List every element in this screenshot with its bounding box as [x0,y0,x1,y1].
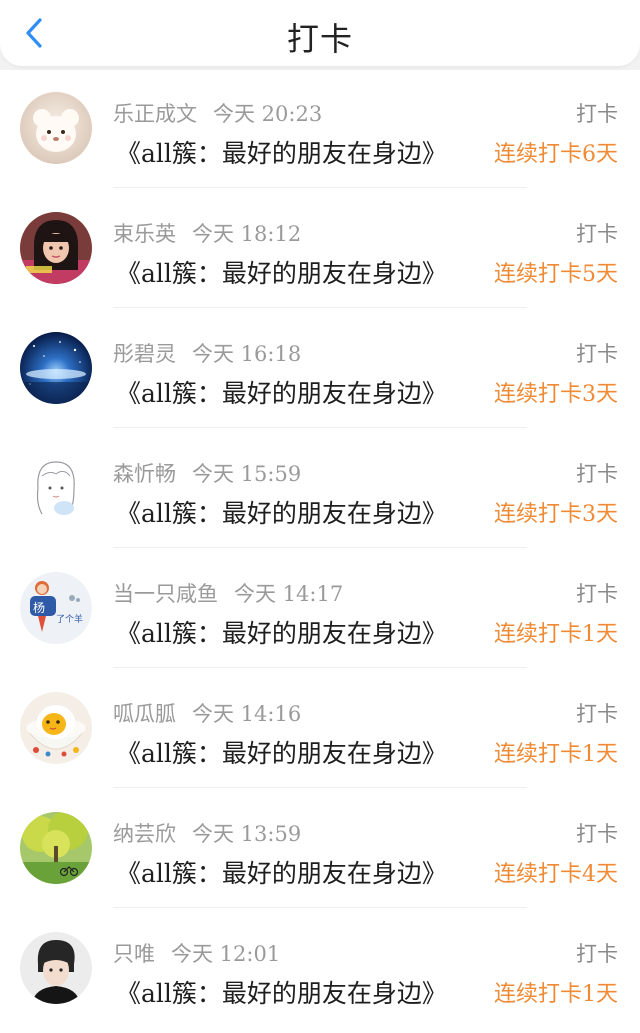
checkin-time: 今天 12:01 [171,942,281,966]
divider [113,667,527,668]
checkin-type: 打卡 [576,582,618,606]
checkin-time: 今天 15:59 [192,462,302,486]
list-item[interactable]: 只唯 今天 12:01 打卡 《all簇：最好的朋友在身边》 连续打卡1天 [0,910,640,1030]
divider [113,787,527,788]
checkin-time: 今天 14:16 [192,702,302,726]
checkin-type: 打卡 [576,462,618,486]
sketch-girl-avatar [20,452,92,524]
streak-label: 连续打卡1天 [494,622,618,647]
user-meta: 呱瓜胍 今天 14:16 [113,698,301,728]
streak-label: 连续打卡1天 [494,982,618,1007]
checkin-list: 乐正成文 今天 20:23 打卡 《all簇：最好的朋友在身边》 连续打卡6天 束… [0,70,640,1033]
divider [113,547,527,548]
avatar[interactable] [20,932,92,1004]
user-name[interactable]: 森忻畅 [113,462,176,486]
list-item[interactable]: 杨 了个羊 当一只咸鱼 今天 14:17 打卡 《all簇：最好的朋友在身边》 连… [0,550,640,670]
user-meta: 乐正成文 今天 20:23 [113,98,322,128]
avatar[interactable] [20,812,92,884]
streak-label: 连续打卡4天 [494,862,618,887]
boy-portrait-avatar [20,932,92,1004]
book-title[interactable]: 《all簇：最好的朋友在身边》 [116,854,447,890]
avatar[interactable] [20,452,92,524]
book-title[interactable]: 《all簇：最好的朋友在身边》 [116,734,447,770]
user-meta: 只唯 今天 12:01 [113,938,280,968]
checkin-type: 打卡 [576,102,618,126]
list-item[interactable]: 森忻畅 今天 15:59 打卡 《all簇：最好的朋友在身边》 连续打卡3天 [0,430,640,550]
user-name[interactable]: 呱瓜胍 [113,702,176,726]
streak-label: 连续打卡1天 [494,742,618,767]
list-item[interactable]: 乐正成文 今天 20:23 打卡 《all簇：最好的朋友在身边》 连续打卡6天 [0,70,640,190]
starry-sky-avatar [20,332,92,404]
checkin-type: 打卡 [576,342,618,366]
park-tree-avatar [20,812,92,884]
book-title[interactable]: 《all簇：最好的朋友在身边》 [116,254,447,290]
avatar[interactable] [20,692,92,764]
streak-label: 连续打卡3天 [494,502,618,527]
user-meta: 森忻畅 今天 15:59 [113,458,301,488]
svg-text:杨: 杨 [33,600,45,615]
avatar[interactable] [20,212,92,284]
book-title[interactable]: 《all簇：最好的朋友在身边》 [116,134,447,170]
user-name[interactable]: 彤碧灵 [113,342,176,366]
streak-label: 连续打卡6天 [494,142,618,167]
checkin-time: 今天 20:23 [213,102,323,126]
plush-bear-avatar [20,92,92,164]
divider [113,307,527,308]
book-title[interactable]: 《all簇：最好的朋友在身边》 [116,614,447,650]
checkin-time: 今天 18:12 [192,222,302,246]
divider [113,907,527,908]
user-name[interactable]: 当一只咸鱼 [113,582,218,606]
user-name[interactable]: 束乐英 [113,222,176,246]
list-item[interactable]: 纳芸欣 今天 13:59 打卡 《all簇：最好的朋友在身边》 连续打卡4天 [0,790,640,910]
book-title[interactable]: 《all簇：最好的朋友在身边》 [116,494,447,530]
checkin-type: 打卡 [576,942,618,966]
list-item[interactable]: 彤碧灵 今天 16:18 打卡 《all簇：最好的朋友在身边》 连续打卡3天 [0,310,640,430]
user-meta: 束乐英 今天 18:12 [113,218,301,248]
checkin-time: 今天 13:59 [192,822,302,846]
list-item[interactable]: 束乐英 今天 18:12 打卡 《all簇：最好的朋友在身边》 连续打卡5天 [0,190,640,310]
book-title[interactable]: 《all簇：最好的朋友在身边》 [116,374,447,410]
checkin-type: 打卡 [576,702,618,726]
avatar[interactable]: 杨 了个羊 [20,572,92,644]
book-title[interactable]: 《all簇：最好的朋友在身边》 [116,974,447,1010]
checkin-type: 打卡 [576,222,618,246]
user-name[interactable]: 只唯 [113,942,155,966]
avatar[interactable] [20,332,92,404]
checkin-time: 今天 16:18 [192,342,302,366]
streak-label: 连续打卡5天 [494,262,618,287]
user-meta: 彤碧灵 今天 16:18 [113,338,301,368]
yang-figure-avatar: 杨 了个羊 [20,572,92,644]
streak-label: 连续打卡3天 [494,382,618,407]
page-title: 打卡 [286,20,353,58]
avatar[interactable] [20,92,92,164]
user-name[interactable]: 乐正成文 [113,102,197,126]
divider [113,187,527,188]
list-item[interactable]: 呱瓜胍 今天 14:16 打卡 《all簇：最好的朋友在身边》 连续打卡1天 [0,670,640,790]
checkin-time: 今天 14:17 [234,582,344,606]
divider [113,427,527,428]
checkin-type: 打卡 [576,822,618,846]
svg-text:了个羊: 了个羊 [56,613,83,625]
user-meta: 当一只咸鱼 今天 14:17 [113,578,343,608]
user-name[interactable]: 纳芸欣 [113,822,176,846]
girl-photo-avatar [20,212,92,284]
egg-bowl-avatar [20,692,92,764]
top-bar: 打卡 [0,0,640,66]
user-meta: 纳芸欣 今天 13:59 [113,818,301,848]
